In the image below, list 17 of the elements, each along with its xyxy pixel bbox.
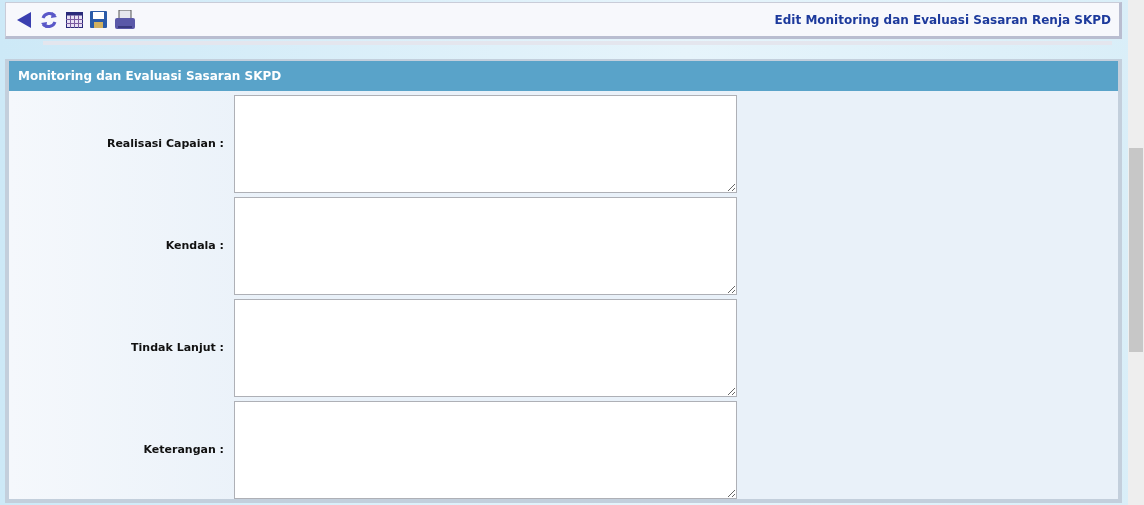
text-area[interactable]: [234, 401, 737, 499]
scroll-thumb[interactable]: [1129, 148, 1143, 352]
field-label: Kendala :: [164, 237, 225, 254]
panel-title: Monitoring dan Evaluasi Sasaran SKPD: [9, 61, 1118, 91]
page-title: Edit Monitoring dan Evaluasi Sasaran Renja SKPD: [774, 11, 1111, 29]
text-area[interactable]: [234, 299, 737, 397]
print-icon[interactable]: [114, 9, 136, 30]
text-area[interactable]: [234, 197, 737, 295]
text-area[interactable]: [234, 95, 737, 193]
refresh-icon[interactable]: [39, 9, 59, 30]
save-icon[interactable]: [90, 11, 107, 28]
back-icon[interactable]: [16, 10, 32, 29]
table-icon[interactable]: [66, 11, 83, 28]
field-label: Tindak Lanjut :: [130, 339, 225, 356]
scrollbar[interactable]: [1128, 0, 1144, 505]
field-label: Realisasi Capaian :: [105, 135, 225, 152]
field-label: Keterangan :: [142, 441, 225, 458]
